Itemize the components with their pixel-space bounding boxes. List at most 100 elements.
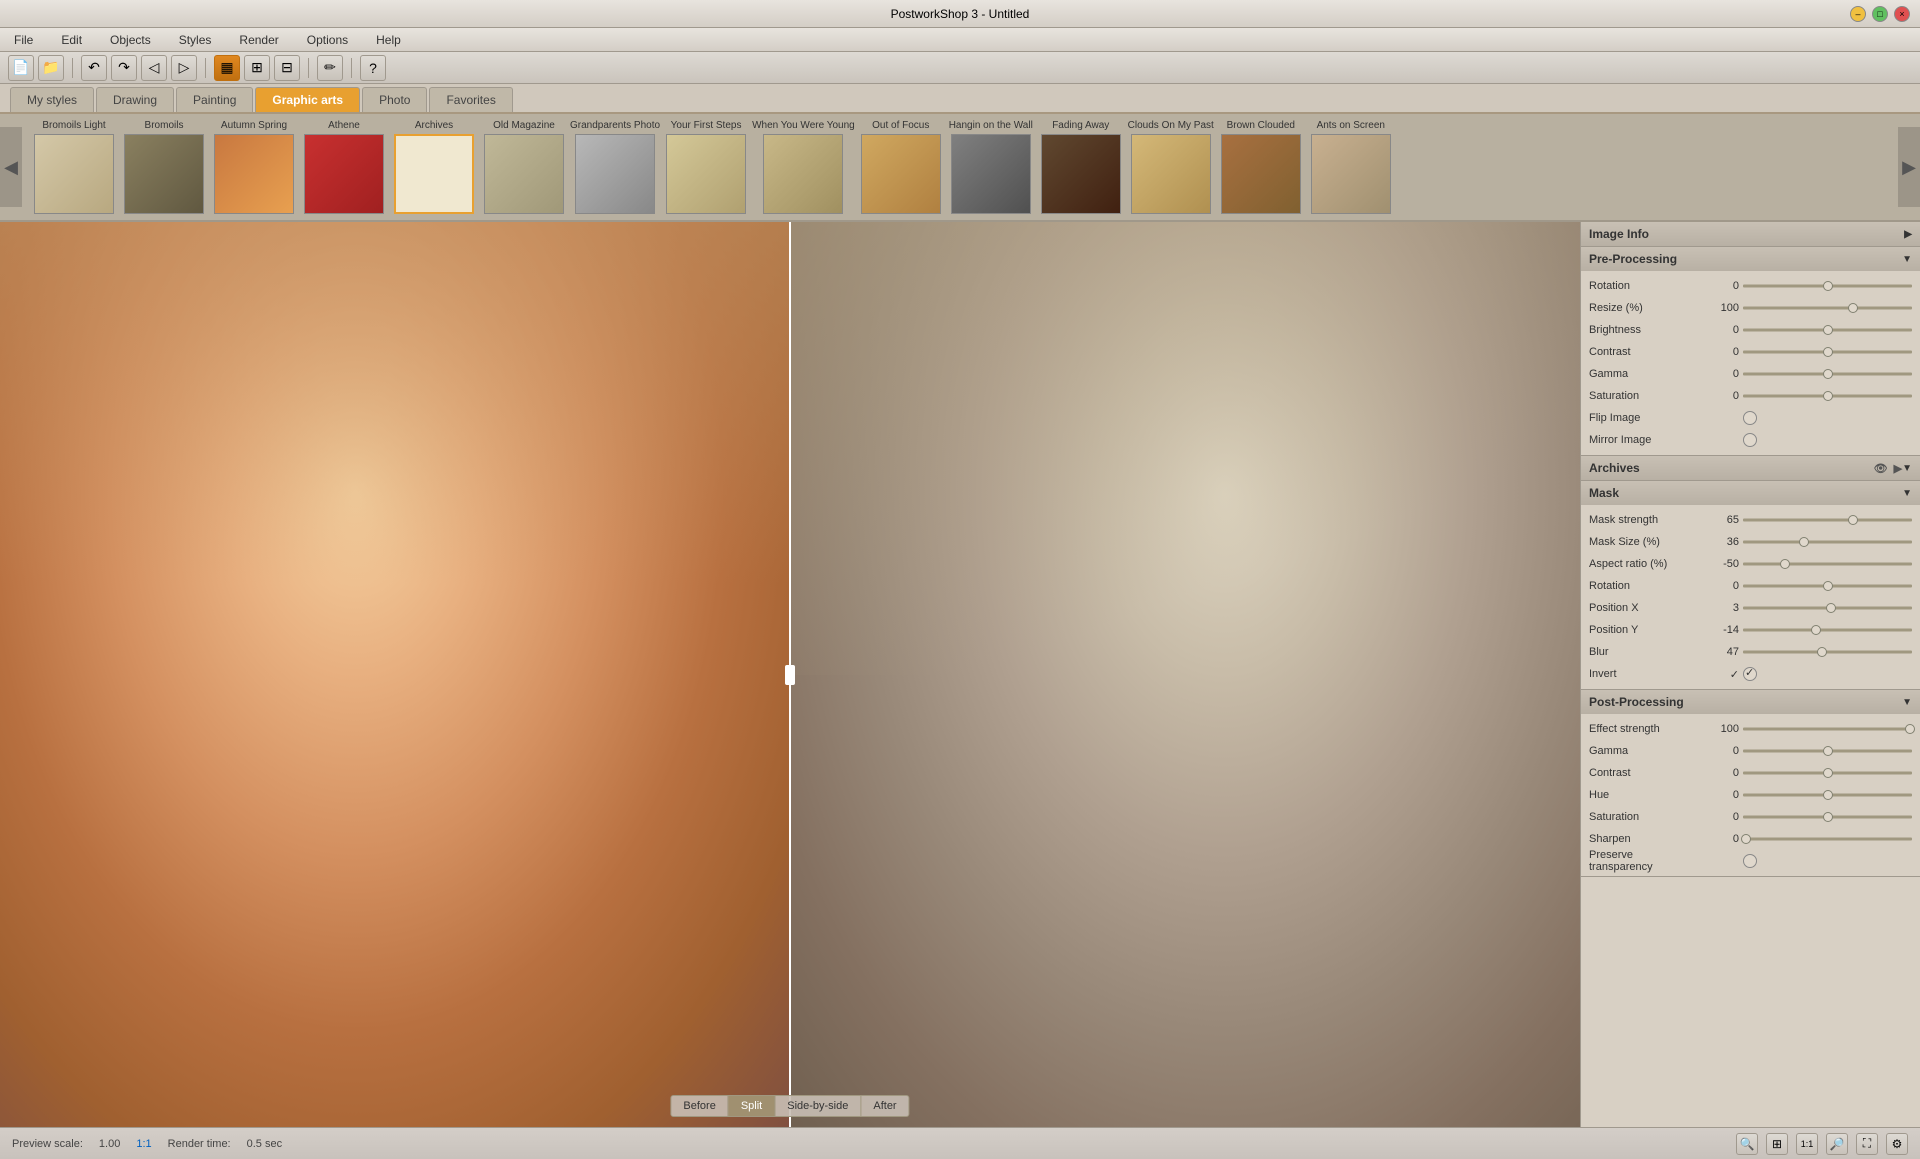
menu-objects[interactable]: Objects [104,31,157,49]
panel-archives-header[interactable]: Archives 👁 ▶ ▼ [1581,456,1920,480]
redo-button[interactable]: ↷ [111,55,137,81]
thumb-your-first-steps[interactable]: Your First Steps [662,120,750,214]
panel-mask: Mask ▼ Mask strength 65 Mask Size (%) 36 [1581,481,1920,690]
titlebar-title: PostworkShop 3 - Untitled [891,7,1030,21]
canvas-area: Before Split Side-by-side After [0,222,1580,1127]
zoom-in-button[interactable]: 🔎 [1826,1133,1848,1155]
fit-button[interactable]: ⊞ [1766,1133,1788,1155]
style-tabs: My styles Drawing Painting Graphic arts … [0,84,1920,114]
tab-my-styles[interactable]: My styles [10,87,94,112]
view-after-button[interactable]: After [861,1096,908,1116]
mask-strength-slider[interactable] [1743,513,1912,527]
toolbar-separator-3 [308,58,309,78]
menu-file[interactable]: File [8,31,39,49]
fullscreen-button[interactable]: ⛶ [1856,1133,1878,1155]
view-side-by-side-button[interactable]: Side-by-side [775,1096,861,1116]
canvas-grab-handle[interactable] [785,665,795,685]
zoom-100-button[interactable]: 1:1 [1796,1133,1818,1155]
thumb-bromoils-light[interactable]: Bromoils Light [30,120,118,214]
param-row-position-y: Position Y -14 [1589,619,1912,641]
zoom-out-button[interactable]: 🔍 [1736,1133,1758,1155]
select-multi-button[interactable]: ⊟ [274,55,300,81]
thumb-old-magazine[interactable]: Old Magazine [480,120,568,214]
saturation-post-slider[interactable] [1743,810,1912,824]
saturation-pre-slider[interactable] [1743,389,1912,403]
history-back-button[interactable]: ◁ [141,55,167,81]
thumb-bromoils[interactable]: Bromoils [120,120,208,214]
tab-graphic-arts[interactable]: Graphic arts [255,87,360,112]
help-button[interactable]: ? [360,55,386,81]
menu-options[interactable]: Options [301,31,354,49]
view-before-button[interactable]: Before [671,1096,728,1116]
param-row-saturation-pre: Saturation 0 [1589,385,1912,407]
position-y-slider[interactable] [1743,623,1912,637]
new-button[interactable]: 📄 [8,55,34,81]
thumb-archives[interactable]: Archives [390,120,478,214]
gamma-pre-slider[interactable] [1743,367,1912,381]
mirror-image-checkbox[interactable] [1743,433,1757,447]
param-row-sharpen: Sharpen 0 [1589,828,1912,850]
param-row-blur: Blur 47 [1589,641,1912,663]
statusbar: Preview scale: 1.00 1:1 Render time: 0.5… [0,1127,1920,1159]
param-row-flip-image: Flip Image [1589,407,1912,429]
thumb-hangin-on-the-wall[interactable]: Hangin on the Wall [947,120,1035,214]
titlebar-controls: – □ × [1850,6,1910,22]
menu-edit[interactable]: Edit [55,31,88,49]
blur-slider[interactable] [1743,645,1912,659]
hue-slider[interactable] [1743,788,1912,802]
history-forward-button[interactable]: ▷ [171,55,197,81]
effect-strength-slider[interactable] [1743,722,1912,736]
aspect-ratio-slider[interactable] [1743,557,1912,571]
thumb-out-of-focus[interactable]: Out of Focus [857,120,945,214]
sharpen-slider[interactable] [1743,832,1912,846]
flip-image-checkbox[interactable] [1743,411,1757,425]
brush-button[interactable]: ✏ [317,55,343,81]
rotation-slider[interactable] [1743,279,1912,293]
tab-photo[interactable]: Photo [362,87,427,112]
panel-image-info: Image Info ▶ [1581,222,1920,247]
panel-mask-header[interactable]: Mask ▼ [1581,481,1920,505]
thumb-clouds-on-my-past[interactable]: Clouds On My Past [1127,120,1215,214]
strip-nav-left[interactable]: ◀ [0,127,22,207]
menu-render[interactable]: Render [233,31,284,49]
panel-pre-processing-header[interactable]: Pre-Processing ▼ [1581,247,1920,271]
settings-button[interactable]: ⚙ [1886,1133,1908,1155]
thumb-autumn-spring[interactable]: Autumn Spring [210,120,298,214]
thumb-grandparents-photo[interactable]: Grandparents Photo [570,120,660,214]
undo-button[interactable]: ↶ [81,55,107,81]
invert-checkbox[interactable] [1743,667,1757,681]
select-rect-button[interactable]: ▦ [214,55,240,81]
open-button[interactable]: 📁 [38,55,64,81]
right-panel: Image Info ▶ Pre-Processing ▼ Rotation 0 [1580,222,1920,1127]
thumb-fading-away[interactable]: Fading Away [1037,120,1125,214]
thumb-athene[interactable]: Athene [300,120,388,214]
position-x-slider[interactable] [1743,601,1912,615]
tab-favorites[interactable]: Favorites [429,87,512,112]
gamma-post-slider[interactable] [1743,744,1912,758]
mask-size-slider[interactable] [1743,535,1912,549]
view-split-button[interactable]: Split [729,1096,775,1116]
menu-styles[interactable]: Styles [173,31,218,49]
thumb-ants-on-screen[interactable]: Ants on Screen [1307,120,1395,214]
panel-post-processing-header[interactable]: Post-Processing ▼ [1581,690,1920,714]
strip-nav-right[interactable]: ▶ [1898,127,1920,207]
archives-arrow-icon[interactable]: ▶ [1894,462,1902,475]
minimize-button[interactable]: – [1850,6,1866,22]
close-button[interactable]: × [1894,6,1910,22]
tab-painting[interactable]: Painting [176,87,253,112]
contrast-pre-slider[interactable] [1743,345,1912,359]
menu-help[interactable]: Help [370,31,407,49]
resize-slider[interactable] [1743,301,1912,315]
maximize-button[interactable]: □ [1872,6,1888,22]
archives-eye-icon[interactable]: 👁 [1874,462,1888,475]
preserve-transparency-checkbox[interactable] [1743,854,1757,868]
panel-image-info-header[interactable]: Image Info ▶ [1581,222,1920,246]
thumb-when-you-were-young[interactable]: When You Were Young [752,120,855,214]
tab-drawing[interactable]: Drawing [96,87,174,112]
param-row-mirror-image: Mirror Image [1589,429,1912,451]
select-grid-button[interactable]: ⊞ [244,55,270,81]
mask-rotation-slider[interactable] [1743,579,1912,593]
contrast-post-slider[interactable] [1743,766,1912,780]
thumb-brown-clouded[interactable]: Brown Clouded [1217,120,1305,214]
brightness-slider[interactable] [1743,323,1912,337]
